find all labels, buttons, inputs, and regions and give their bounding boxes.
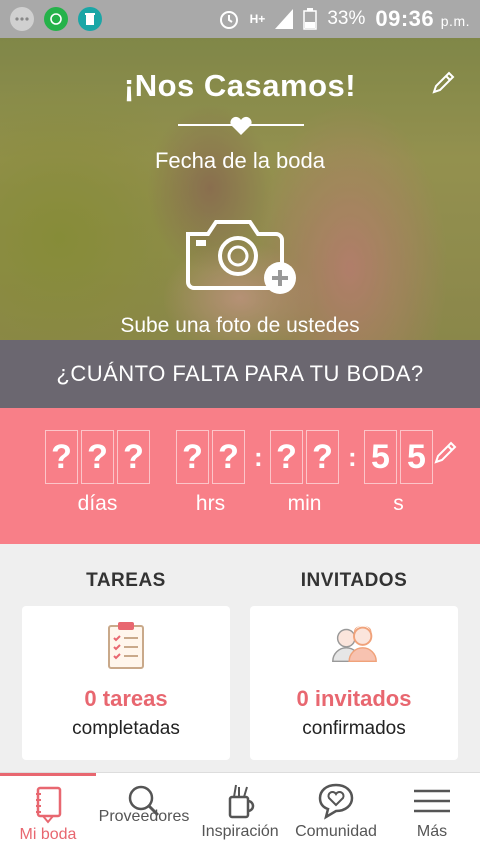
heart-icon <box>230 116 252 135</box>
hours-label: hrs <box>195 492 226 515</box>
countdown-question-banner: ¿CUÁNTO FALTA PARA TU BODA? <box>0 340 480 408</box>
nav-label: Proveedores <box>98 808 190 825</box>
nav-label: Inspiración <box>201 823 279 840</box>
tasks-sublabel: completadas <box>72 718 180 739</box>
signal-icon <box>275 9 294 29</box>
days-digit: ? <box>117 430 150 484</box>
bottom-navigation: Mi boda Proveedores Inspiración Comunida… <box>0 772 480 854</box>
hours-digits: ? ? <box>176 430 245 484</box>
seconds-digits: 5 5 <box>364 430 433 484</box>
status-bar: H+ 33% 09:36 p.m. <box>0 0 480 38</box>
tasks-heading: TAREAS <box>86 570 166 591</box>
countdown-panel: ? ? ? ? ? : ? ? : 5 5 días hrs min s <box>0 408 480 544</box>
minutes-label: min <box>287 492 322 515</box>
nav-item-proveedores[interactable]: Proveedores <box>96 773 192 854</box>
hours-digit: ? <box>176 430 209 484</box>
clipboard-checklist-icon <box>108 622 144 669</box>
summary-section: TAREAS INVITADOS 0 tareas completadas 0 … <box>0 544 480 772</box>
hours-digit: ? <box>212 430 245 484</box>
page-title: ¡Nos Casamos! <box>123 68 357 103</box>
nav-label: Comunidad <box>295 823 377 840</box>
seconds-digit: 5 <box>400 430 433 484</box>
minutes-digits: ? ? <box>270 430 339 484</box>
alarm-icon <box>219 11 238 29</box>
guests-couple-icon <box>332 625 377 663</box>
tasks-card[interactable]: 0 tareas completadas <box>22 606 230 760</box>
trash-notification-icon <box>78 7 102 31</box>
days-digits: ? ? ? <box>45 430 150 484</box>
time-separator: : <box>254 442 263 472</box>
battery-percent: 33% <box>327 8 366 29</box>
edit-date-pencil-icon[interactable] <box>430 438 460 468</box>
guests-card[interactable]: 0 invitados confirmados <box>250 606 458 760</box>
nav-item-inspiracion[interactable]: Inspiración <box>192 773 288 854</box>
seconds-label: s <box>393 492 404 515</box>
days-label: días <box>77 492 118 515</box>
guests-heading: INVITADOS <box>300 570 408 591</box>
tasks-count: 0 tareas <box>84 686 168 711</box>
days-digit: ? <box>81 430 114 484</box>
days-digit: ? <box>45 430 78 484</box>
seconds-digit: 5 <box>364 430 397 484</box>
nav-label: Mi boda <box>19 826 77 843</box>
nav-item-mas[interactable]: Más <box>384 773 480 854</box>
upload-photo-label[interactable]: Sube una foto de ustedes <box>0 314 480 338</box>
notebook-icon <box>36 786 62 824</box>
network-type: H+ <box>249 12 266 26</box>
wedding-date-link[interactable]: Fecha de la boda <box>0 148 480 174</box>
minutes-digit: ? <box>306 430 339 484</box>
nav-label: Más <box>416 823 448 840</box>
guests-count: 0 invitados <box>296 686 412 711</box>
messaging-notification-icon <box>10 7 34 31</box>
minutes-digit: ? <box>270 430 303 484</box>
clock: 09:36 p.m. <box>375 6 470 31</box>
chat-heart-icon <box>318 783 354 820</box>
whatsapp-notification-icon <box>44 7 68 31</box>
add-photo-camera-icon[interactable] <box>184 216 298 298</box>
nav-item-comunidad[interactable]: Comunidad <box>288 773 384 854</box>
inspiration-icon <box>228 784 255 819</box>
battery-icon <box>303 8 318 30</box>
edit-pencil-icon[interactable] <box>428 68 458 98</box>
guests-sublabel: confirmados <box>302 718 406 739</box>
nav-item-mi-boda[interactable]: Mi boda <box>0 773 96 854</box>
menu-icon <box>414 789 450 813</box>
hero-photo-area[interactable]: ¡Nos Casamos! Fecha de la boda Sube una … <box>0 38 480 340</box>
time-separator: : <box>348 442 357 472</box>
